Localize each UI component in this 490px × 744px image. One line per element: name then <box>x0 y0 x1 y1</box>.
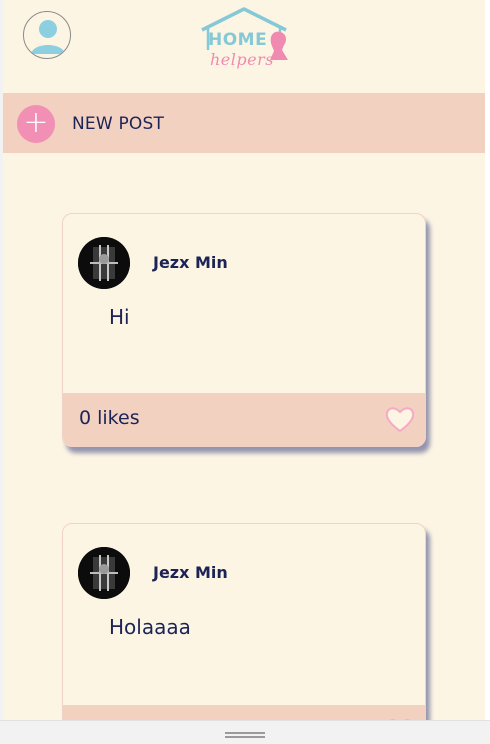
like-button[interactable] <box>385 405 415 433</box>
home-helpers-logo[interactable]: HOME helpers <box>198 6 290 76</box>
likes-count: 0 likes <box>79 407 140 429</box>
author-avatar[interactable] <box>78 547 130 599</box>
logo-helpers-text: helpers <box>210 50 274 69</box>
post-content: Holaaaa <box>109 615 191 639</box>
avatar-photo <box>78 237 130 289</box>
post-author-name[interactable]: Jezx Min <box>153 253 228 272</box>
new-post-button[interactable]: + NEW POST <box>3 93 485 153</box>
bottom-sheet-bar <box>0 720 490 744</box>
post-author-name[interactable]: Jezx Min <box>153 563 228 582</box>
author-avatar[interactable] <box>78 237 130 289</box>
top-header: HOME helpers <box>3 0 485 92</box>
drag-handle-icon[interactable] <box>225 732 265 738</box>
post-card: Jezx Min Hi 0 likes <box>62 213 426 447</box>
profile-button[interactable] <box>23 11 71 59</box>
window-edge <box>485 0 490 720</box>
heart-icon <box>385 407 415 433</box>
post-footer <box>63 705 425 720</box>
new-post-label: NEW POST <box>72 114 165 134</box>
user-avatar-icon <box>31 20 65 54</box>
post-footer: 0 likes <box>63 393 425 446</box>
app-screen: HOME helpers + NEW POST Jezx Min Hi 0 li… <box>3 0 485 720</box>
post-content: Hi <box>109 305 130 329</box>
plus-icon: + <box>17 105 55 143</box>
logo-home-text: HOME <box>208 30 268 50</box>
post-card: Jezx Min Holaaaa <box>62 523 426 720</box>
avatar-photo <box>78 547 130 599</box>
